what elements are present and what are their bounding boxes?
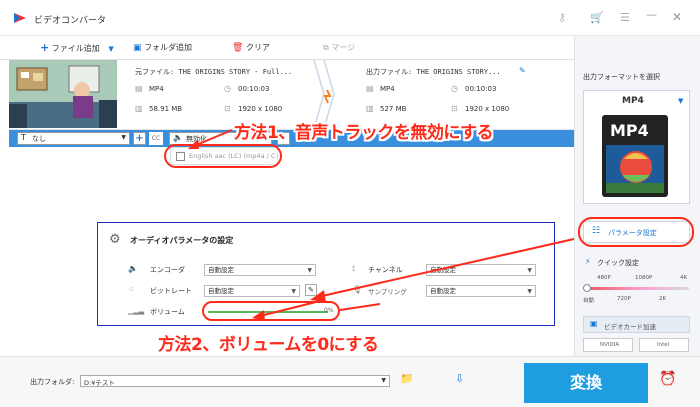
video-format-icon: ▤	[135, 84, 143, 93]
annotation-method-1: 方法1、音声トラックを無効にする	[234, 123, 494, 143]
chevron-down-icon[interactable]: ▼	[381, 377, 386, 384]
output-format: MP4	[380, 85, 395, 93]
quick-tick-1080p: 1080P	[635, 275, 653, 281]
edit-icon[interactable]: ✎	[519, 66, 526, 75]
bitrate-label: ビットレート	[150, 287, 192, 295]
chevron-down-icon: ▼	[678, 97, 684, 105]
output-duration: 00:10:03	[465, 85, 497, 93]
close-icon[interactable]: ✕	[672, 10, 682, 24]
quick-tick-4k: 4K	[680, 275, 688, 281]
format-selector[interactable]: MP4 ▼ MP4	[583, 90, 690, 204]
minimize-icon[interactable]: —	[646, 8, 657, 21]
subtitle-select[interactable]: T なし ▼	[17, 132, 130, 145]
output-resolution: 1920 x 1080	[465, 105, 510, 113]
encoder-icon: 🔈	[128, 264, 138, 273]
video-format-icon: ▤	[366, 84, 374, 93]
add-file-button[interactable]: + ファイル追加 ▼	[40, 41, 114, 54]
subtitle-icon: T	[21, 133, 26, 142]
bitrate-icon: ⁘	[128, 285, 135, 294]
plus-icon: +	[40, 41, 50, 54]
annotation-arrow-1	[188, 129, 233, 149]
app-logo-icon	[13, 11, 27, 25]
quick-tick-720p: 720P	[617, 296, 631, 302]
clear-button[interactable]: 🗑 クリア	[232, 42, 270, 53]
nvidia-badge: NVIDIA	[583, 338, 633, 352]
annotation-arrow-2-down	[252, 299, 325, 321]
output-size: 527 MB	[380, 105, 407, 113]
clock-icon: ◷	[451, 84, 458, 93]
convert-button[interactable]: 変換	[524, 363, 648, 403]
settings-gear-icon: ⚙	[109, 232, 121, 247]
bottom-bar: 出力フォルダ: D:¥テスト ▼ 📁 ⇩ 変換 ⏰	[0, 356, 700, 407]
annotation-method-2: 方法2、ボリュームを0にする	[158, 335, 379, 355]
format-select-label: 出力フォーマットを選択	[583, 73, 660, 81]
chevron-down-icon: ▼	[121, 134, 126, 141]
gpu-icon: ▣	[590, 319, 598, 328]
quick-tick-2k: 2K	[659, 296, 667, 302]
folder-open-icon[interactable]: 📁	[400, 372, 414, 385]
cc-icon[interactable]: CC	[149, 132, 163, 145]
quick-tick-480p: 480P	[597, 275, 611, 281]
volume-label: ボリューム	[150, 308, 185, 316]
encoder-label: エンコーダ	[150, 266, 185, 274]
source-resolution: 1920 x 1080	[238, 105, 283, 113]
file-size-icon: ▥	[135, 104, 143, 113]
quick-settings-slider[interactable]	[585, 287, 689, 290]
merge-icon: ⧉	[323, 43, 329, 52]
output-folder-label: 出力フォルダ:	[30, 378, 75, 386]
quick-tick-auto: 自動	[583, 298, 595, 304]
menu-icon[interactable]: ☰	[620, 11, 630, 24]
clock-icon: ◷	[224, 84, 231, 93]
add-subtitle-button[interactable]: +	[133, 132, 146, 145]
resolution-icon: ⊡	[451, 104, 458, 113]
source-format: MP4	[149, 85, 164, 93]
format-name: MP4	[622, 96, 644, 106]
import-folder-icon[interactable]: ⇩	[455, 372, 464, 385]
annotation-arrow-2	[310, 233, 597, 311]
output-filename: 出力ファイル: THE ORIGINS STORY...	[366, 68, 501, 76]
panel-title: オーディオパラメータの設定	[130, 236, 234, 245]
merge-button[interactable]: ⧉ マージ	[323, 42, 355, 53]
resolution-icon: ⊡	[224, 104, 231, 113]
volume-icon: ▁▂▃	[128, 307, 145, 315]
video-thumbnail[interactable]	[9, 60, 117, 128]
cart-icon[interactable]: 🛒	[590, 11, 604, 24]
mp4-file-icon: MP4	[602, 115, 668, 197]
key-icon[interactable]: ⚷	[558, 11, 566, 24]
source-duration: 00:10:03	[238, 85, 270, 93]
intel-badge: Intel	[639, 338, 689, 352]
folder-plus-icon: ▣	[133, 43, 142, 53]
chevron-down-icon[interactable]: ▼	[108, 45, 113, 53]
toolbar: + ファイル追加 ▼ ▣ フォルダ追加 🗑 クリア ⧉ マージ	[0, 36, 574, 60]
right-panel: 出力フォーマットを選択 MP4 ▼ MP4 ☷ パラメータ設定 ⚡ クイック設定…	[574, 36, 700, 356]
gpu-accel-button[interactable]: ▣ ビデオカード加速	[583, 316, 690, 333]
annotation-circle-param	[578, 217, 694, 247]
alarm-clock-icon[interactable]: ⏰	[659, 371, 676, 387]
source-filename: 元ファイル: THE ORIGINS STORY - Full...	[135, 68, 293, 76]
file-size-icon: ▥	[366, 104, 374, 113]
output-folder-input[interactable]: D:¥テスト ▼	[80, 375, 390, 387]
window-title: ビデオコンバータ	[34, 16, 107, 26]
bitrate-select[interactable]: 自動設定	[204, 285, 300, 297]
trash-icon: 🗑	[232, 43, 244, 53]
slider-handle[interactable]	[583, 284, 591, 292]
add-folder-button[interactable]: ▣ フォルダ追加	[133, 42, 192, 53]
title-bar: ビデオコンバータ ⚷ 🛒 ☰ — ✕	[0, 0, 700, 36]
quick-settings-label: クイック設定	[597, 259, 639, 267]
quick-settings-icon: ⚡	[585, 257, 591, 266]
source-size: 58.91 MB	[149, 105, 183, 113]
